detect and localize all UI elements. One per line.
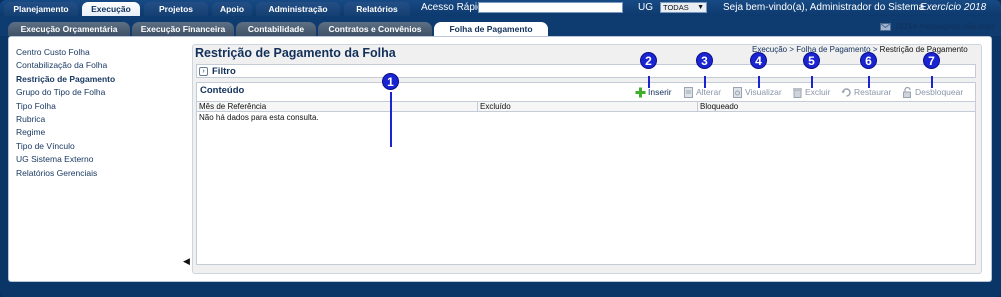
welcome-text: Seja bem-vindo(a), Administrador do Sist… xyxy=(723,2,925,13)
marker-6-pointer xyxy=(868,76,870,88)
edit-button[interactable]: Alterar xyxy=(683,85,721,99)
restore-icon xyxy=(841,87,851,97)
sidebar-item-contabilizacao-folha[interactable]: Contabilização da Folha xyxy=(16,59,176,72)
column-header-bloqueado[interactable]: Bloqueado xyxy=(698,102,975,112)
filter-section: › Filtro xyxy=(196,64,976,78)
annotation-marker-5: 5 xyxy=(803,52,820,69)
table-header: Mês de Referência Excluído Bloqueado xyxy=(197,101,975,112)
marker-1-pointer xyxy=(390,92,392,147)
sidebar-item-restricao-pagamento[interactable]: Restrição de Pagamento xyxy=(16,73,176,86)
page-title: Restrição de Pagamento da Folha xyxy=(195,46,396,60)
content-section: Conteúdo Inserir Alterar Visualizar Excl… xyxy=(196,82,976,265)
insert-button[interactable]: Inserir xyxy=(635,85,672,99)
sidebar-item-rubrica[interactable]: Rubrica xyxy=(16,113,176,126)
view-document-icon xyxy=(733,86,742,98)
sidebar-item-tipo-folha[interactable]: Tipo Folha xyxy=(16,100,176,113)
sidebar-item-grupo-tipo-folha[interactable]: Grupo do Tipo de Folha xyxy=(16,86,176,99)
ug-select-value: TODAS xyxy=(663,3,689,12)
tab-execucao-orcamentaria[interactable]: Execução Orçamentária xyxy=(8,22,130,36)
marker-4-pointer xyxy=(758,76,760,88)
tab-execucao-financeira[interactable]: Execução Financeira xyxy=(132,22,234,36)
column-header-excluido[interactable]: Excluído xyxy=(478,102,698,112)
marker-3-pointer xyxy=(704,76,706,88)
expand-filter-icon[interactable]: › xyxy=(199,67,208,76)
marker-5-pointer xyxy=(811,76,813,88)
main-menu-bar: Planejamento Execução Projetos Apoio Adm… xyxy=(0,0,1001,16)
marker-7-pointer xyxy=(931,76,933,88)
unlock-icon xyxy=(903,86,911,98)
annotation-marker-6: 6 xyxy=(860,52,877,69)
trash-icon xyxy=(793,87,802,98)
menu-execucao[interactable]: Execução xyxy=(82,2,140,16)
ug-label: UG xyxy=(638,2,653,13)
ug-select[interactable]: TODAS ▼ xyxy=(660,2,707,13)
sidebar-item-centro-custo-folha[interactable]: Centro Custo Folha xyxy=(16,46,176,59)
delete-label: Excluir xyxy=(805,87,831,97)
sidebar-nav: Centro Custo Folha Contabilização da Fol… xyxy=(16,46,176,180)
collapse-sidebar-icon[interactable]: ◀ xyxy=(183,256,190,270)
sidebar-item-regime[interactable]: Regime xyxy=(16,126,176,139)
view-label: Visualizar xyxy=(745,87,782,97)
messages-count: 18194 mensagens não lidas xyxy=(894,22,995,31)
sidebar-item-tipo-vinculo[interactable]: Tipo de Vínculo xyxy=(16,140,176,153)
empty-table-message: Não há dados para esta consulta. xyxy=(199,113,319,122)
envelope-icon xyxy=(879,22,891,31)
exercise-year: Exercício 2018 xyxy=(920,2,987,13)
column-header-mes-referencia[interactable]: Mês de Referência xyxy=(197,102,478,112)
annotation-marker-1: 1 xyxy=(382,73,399,90)
tab-contabilidade[interactable]: Contabilidade xyxy=(236,22,316,36)
menu-projetos[interactable]: Projetos xyxy=(144,2,208,16)
quick-access-input[interactable] xyxy=(478,2,623,13)
annotation-marker-4: 4 xyxy=(750,52,767,69)
sidebar-item-ug-sistema-externo[interactable]: UG Sistema Externo xyxy=(16,153,176,166)
edit-document-icon xyxy=(684,86,693,98)
annotation-marker-7: 7 xyxy=(923,52,940,69)
tab-contratos-convenios[interactable]: Contratos e Convênios xyxy=(318,22,432,36)
messages-link[interactable]: 18194 mensagens não lidas xyxy=(879,22,995,31)
dropdown-arrow-icon: ▼ xyxy=(697,4,704,11)
annotation-marker-2: 2 xyxy=(640,52,657,69)
breadcrumb-current: Restrição de Pagamento xyxy=(879,45,968,54)
tab-folha-pagamento[interactable]: Folha de Pagamento xyxy=(434,22,548,36)
edit-label: Alterar xyxy=(696,87,722,97)
app-window: Planejamento Execução Projetos Apoio Adm… xyxy=(0,0,1001,297)
menu-apoio[interactable]: Apoio xyxy=(212,2,252,16)
menu-relatorios[interactable]: Relatórios xyxy=(344,2,410,16)
view-button[interactable]: Visualizar xyxy=(732,85,782,99)
unlock-label: Desbloquear xyxy=(915,87,964,97)
restore-label: Restaurar xyxy=(854,87,892,97)
marker-2-pointer xyxy=(648,76,650,88)
content-label: Conteúdo xyxy=(200,85,245,96)
menu-planejamento[interactable]: Planejamento xyxy=(4,2,78,16)
submenu-bar: Execução Orçamentária Execução Financeir… xyxy=(0,16,1001,36)
insert-label: Inserir xyxy=(648,87,672,97)
annotation-marker-3: 3 xyxy=(696,52,713,69)
sidebar-item-relatorios-gerenciais[interactable]: Relatórios Gerenciais xyxy=(16,167,176,180)
menu-administracao[interactable]: Administração xyxy=(256,2,340,16)
plus-icon xyxy=(635,87,646,97)
filter-label[interactable]: Filtro xyxy=(212,65,236,79)
restore-button[interactable]: Restaurar xyxy=(841,85,891,99)
